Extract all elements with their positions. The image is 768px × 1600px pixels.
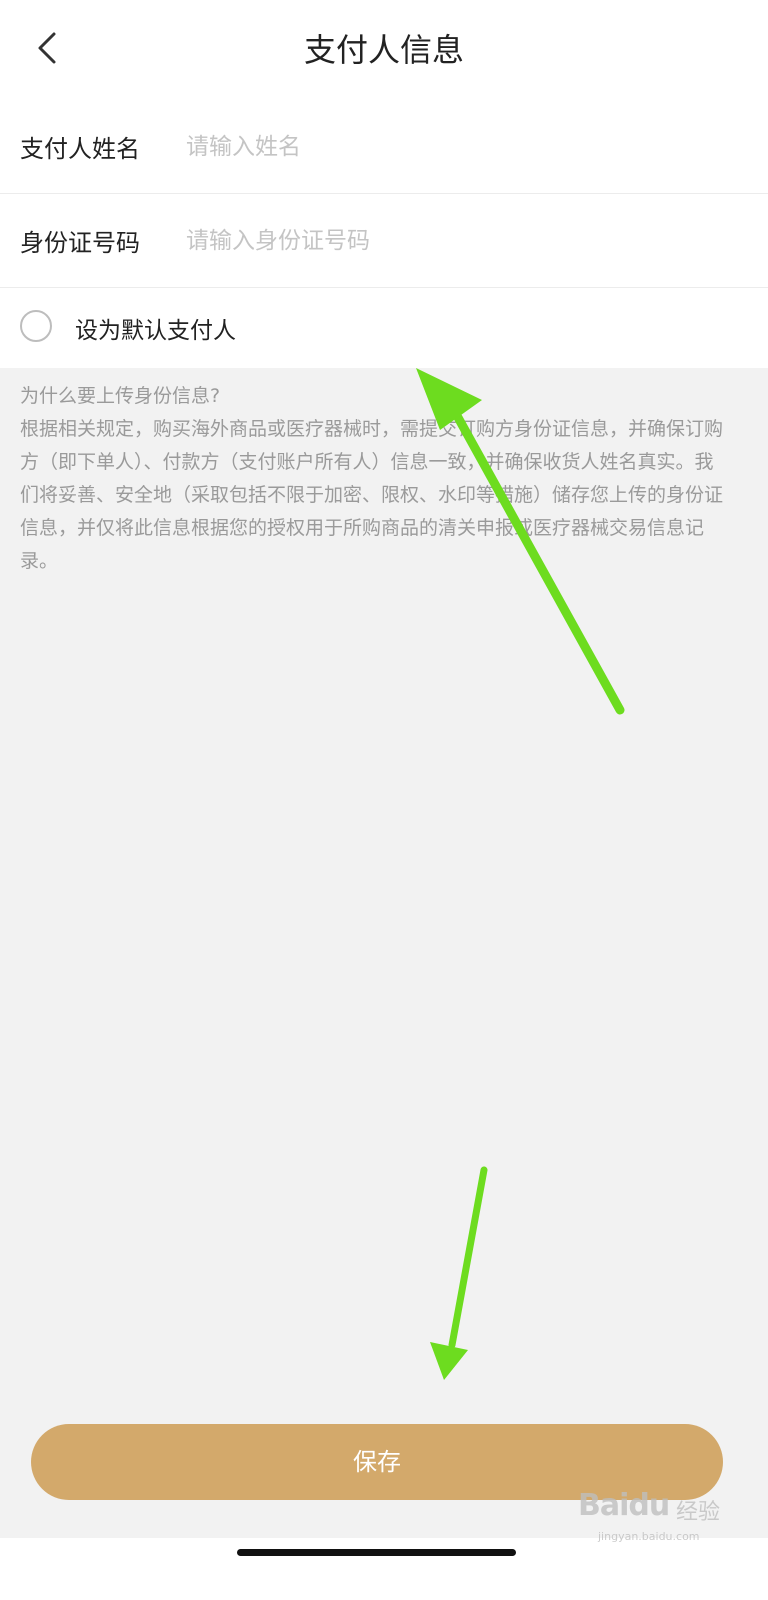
watermark-url: jingyan.baidu.com — [598, 1530, 700, 1543]
watermark-suffix: 经验 — [676, 1500, 721, 1525]
watermark-logo: Baidu — [578, 1488, 670, 1523]
default-payer-label: 设为默认支付人 — [75, 318, 236, 344]
name-row: 支付人姓名 — [0, 100, 768, 194]
name-input[interactable] — [186, 116, 746, 177]
name-label: 支付人姓名 — [20, 135, 140, 163]
header-bar: 支付人信息 — [0, 0, 768, 100]
page-title: 支付人信息 — [303, 31, 464, 69]
radio-button[interactable] — [20, 310, 52, 342]
id-row: 身份证号码 — [0, 194, 768, 288]
annotation-arrow-down-icon — [430, 1166, 488, 1380]
default-payer-toggle[interactable]: 设为默认支付人 — [0, 288, 768, 368]
home-indicator[interactable] — [237, 1549, 516, 1556]
info-body: 根据相关规定，购买海外商品或医疗器械时，需提交订购方身份证信息，并确保订购方（即… — [20, 418, 724, 572]
id-label: 身份证号码 — [20, 229, 140, 257]
payer-form: 支付人姓名 身份证号码 设为默认支付人 — [0, 100, 768, 368]
info-question: 为什么要上传身份信息? — [20, 385, 221, 407]
chevron-left-icon — [38, 32, 56, 64]
id-number-input[interactable] — [186, 210, 746, 271]
back-button[interactable] — [30, 28, 70, 72]
watermark: Baidu 经验 jingyan.baidu.com — [578, 1488, 728, 1548]
info-section: 为什么要上传身份信息? 根据相关规定，购买海外商品或医疗器械时，需提交订购方身份… — [20, 380, 730, 578]
